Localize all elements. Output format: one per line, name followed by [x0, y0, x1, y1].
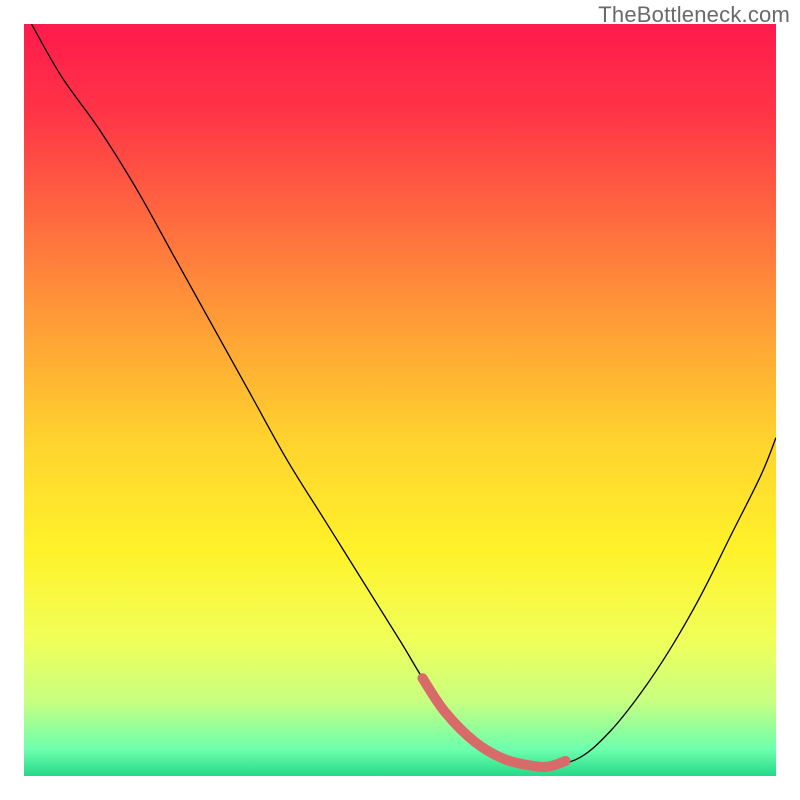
- gradient-background: [24, 24, 776, 776]
- highlight-endcap: [418, 673, 428, 683]
- chart-container: TheBottleneck.com: [0, 0, 800, 800]
- highlight-endcap: [560, 756, 570, 766]
- plot-area: [24, 24, 776, 776]
- watermark-text: TheBottleneck.com: [598, 2, 790, 28]
- chart-svg: [24, 24, 776, 776]
